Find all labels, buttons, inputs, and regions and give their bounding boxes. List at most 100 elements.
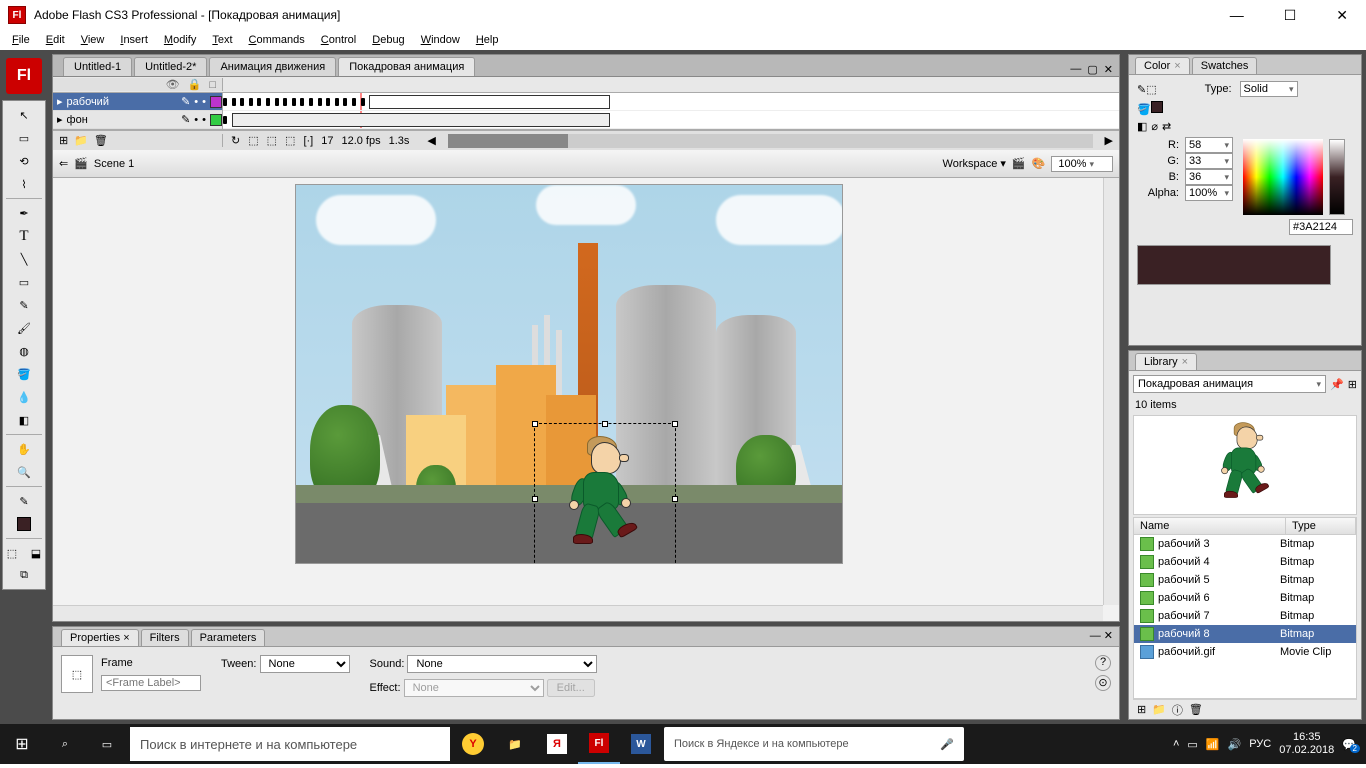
- library-item[interactable]: рабочий 7Bitmap: [1134, 607, 1356, 625]
- r-input[interactable]: 58: [1185, 137, 1233, 153]
- task-view-icon[interactable]: ▭: [86, 724, 128, 764]
- yandex-app-icon[interactable]: Я: [536, 724, 578, 764]
- file-explorer-icon[interactable]: 📁: [494, 724, 536, 764]
- notifications-icon[interactable]: 💬2: [1342, 738, 1356, 751]
- pen-tool[interactable]: ✒: [12, 202, 36, 224]
- mic-icon[interactable]: 🎤: [940, 738, 954, 751]
- maximize-button[interactable]: ☐: [1274, 3, 1307, 28]
- menu-control[interactable]: Control: [313, 32, 364, 48]
- hex-input[interactable]: [1289, 219, 1353, 235]
- new-folder-button[interactable]: 📁: [74, 134, 88, 147]
- minimize-button[interactable]: —: [1220, 3, 1254, 28]
- paint-bucket-tool[interactable]: 🪣: [12, 363, 36, 385]
- wifi-icon[interactable]: 📶: [1206, 738, 1220, 751]
- loop-icon[interactable]: ↻: [231, 134, 240, 147]
- vertical-scrollbar[interactable]: [1103, 178, 1119, 605]
- library-doc-select[interactable]: Покадровая анимация: [1133, 375, 1326, 393]
- search-icon[interactable]: ⌕: [44, 724, 86, 764]
- timeline-ruler[interactable]: 👁 🔒 □ 1510152025303540455055606570758085…: [53, 77, 1119, 93]
- selection-bounding-box[interactable]: [534, 423, 676, 564]
- library-item[interactable]: рабочий 8Bitmap: [1134, 625, 1356, 643]
- menu-insert[interactable]: Insert: [112, 32, 156, 48]
- selection-tool[interactable]: ↖: [12, 104, 36, 126]
- library-item[interactable]: рабочий.gifMovie Clip: [1134, 643, 1356, 661]
- menu-commands[interactable]: Commands: [241, 32, 313, 48]
- horizontal-scrollbar[interactable]: [53, 605, 1103, 621]
- new-lib-icon[interactable]: ⊞: [1348, 378, 1357, 391]
- library-list-header[interactable]: Name Type: [1133, 517, 1357, 535]
- info-icon[interactable]: ⊙: [1095, 675, 1111, 691]
- properties-button[interactable]: ⓘ: [1172, 702, 1183, 718]
- outline-icon[interactable]: □: [209, 79, 216, 91]
- fill-type-select[interactable]: Solid: [1240, 81, 1298, 97]
- battery-icon[interactable]: ▭: [1187, 738, 1197, 751]
- menu-view[interactable]: View: [73, 32, 113, 48]
- free-transform-tool[interactable]: ⟲: [12, 150, 36, 172]
- menu-file[interactable]: File: [4, 32, 38, 48]
- noColor-icon[interactable]: ⌀: [1151, 120, 1158, 133]
- menu-modify[interactable]: Modify: [156, 32, 204, 48]
- edit-symbol-icon[interactable]: 🎨: [1032, 157, 1046, 170]
- b-input[interactable]: 36: [1185, 169, 1233, 185]
- color-spectrum[interactable]: [1243, 139, 1323, 215]
- stage-area[interactable]: [53, 178, 1119, 621]
- swatches-tab[interactable]: Swatches: [1192, 57, 1258, 74]
- menu-text[interactable]: Text: [204, 32, 240, 48]
- menu-edit[interactable]: Edit: [38, 32, 73, 48]
- eye-icon[interactable]: 👁: [166, 78, 180, 91]
- pin-icon[interactable]: 📌: [1330, 378, 1344, 391]
- fill-swatch[interactable]: 🪣: [1137, 101, 1163, 116]
- language-indicator[interactable]: РУС: [1249, 738, 1271, 750]
- menu-help[interactable]: Help: [468, 32, 507, 48]
- subselection-tool[interactable]: ▭: [12, 127, 36, 149]
- new-layer-button[interactable]: ⊞: [59, 134, 68, 147]
- scene-name[interactable]: Scene 1: [94, 158, 134, 170]
- start-button[interactable]: ⊞: [0, 724, 44, 764]
- word-taskbar-icon[interactable]: W: [620, 724, 662, 764]
- menu-debug[interactable]: Debug: [364, 32, 412, 48]
- frame-label-input[interactable]: [101, 675, 201, 691]
- help-icon[interactable]: ?: [1095, 655, 1111, 671]
- document-tab[interactable]: Анимация движения: [209, 57, 336, 76]
- onion-skin-icon[interactable]: ⬚: [248, 134, 258, 147]
- new-symbol-button[interactable]: ⊞: [1137, 703, 1146, 716]
- yandex-browser-icon[interactable]: Y: [452, 724, 494, 764]
- swap-icon[interactable]: ⇄: [1162, 120, 1171, 133]
- library-item[interactable]: рабочий 4Bitmap: [1134, 553, 1356, 571]
- line-tool[interactable]: ╲: [12, 248, 36, 270]
- fill-color[interactable]: [12, 513, 36, 535]
- onion-skin-outline-icon[interactable]: ⬚: [267, 134, 277, 147]
- lock-icon[interactable]: 🔒: [188, 78, 202, 91]
- document-tab[interactable]: Покадровая анимация: [338, 57, 475, 76]
- layer-row[interactable]: ▸рабочий✎••: [53, 93, 222, 111]
- eyedropper-tool[interactable]: 💧: [12, 386, 36, 408]
- sound-select[interactable]: None: [407, 655, 597, 673]
- menu-window[interactable]: Window: [413, 32, 468, 48]
- eraser-tool[interactable]: ◧: [12, 409, 36, 431]
- snap-option[interactable]: ⧉: [12, 564, 36, 586]
- pencil-tool[interactable]: ✎: [12, 294, 36, 316]
- ink-bottle-tool[interactable]: ◍: [12, 340, 36, 362]
- workspace-menu[interactable]: Workspace ▾: [943, 157, 1006, 170]
- new-folder-button[interactable]: 📁: [1152, 703, 1166, 716]
- g-input[interactable]: 33: [1185, 153, 1233, 169]
- panel-menu-icon[interactable]: — ✕: [1090, 629, 1113, 642]
- edit-multiple-icon[interactable]: ⬚: [285, 134, 295, 147]
- delete-layer-button[interactable]: 🗑: [94, 134, 108, 147]
- document-tab[interactable]: Untitled-2*: [134, 57, 207, 76]
- back-icon[interactable]: ⇐: [59, 157, 68, 170]
- close-button[interactable]: ✕: [1326, 3, 1358, 28]
- delete-button[interactable]: 🗑: [1189, 703, 1203, 716]
- doc-restore[interactable]: ▢: [1087, 63, 1097, 76]
- alpha-input[interactable]: 100%: [1185, 185, 1233, 201]
- rectangle-tool[interactable]: ▭: [12, 271, 36, 293]
- properties-tab-properties[interactable]: Properties ×: [61, 629, 139, 646]
- cortana-search[interactable]: Поиск в интернете и на компьютере: [130, 727, 450, 761]
- color-tab[interactable]: Color×: [1135, 57, 1190, 74]
- lasso-tool[interactable]: ⌇: [12, 173, 36, 195]
- zoom-select[interactable]: 100%: [1051, 156, 1113, 172]
- library-tab[interactable]: Library×: [1135, 353, 1197, 370]
- properties-tab-filters[interactable]: Filters: [141, 629, 189, 646]
- flash-taskbar-icon[interactable]: Fl: [578, 724, 620, 764]
- library-item[interactable]: рабочий 3Bitmap: [1134, 535, 1356, 553]
